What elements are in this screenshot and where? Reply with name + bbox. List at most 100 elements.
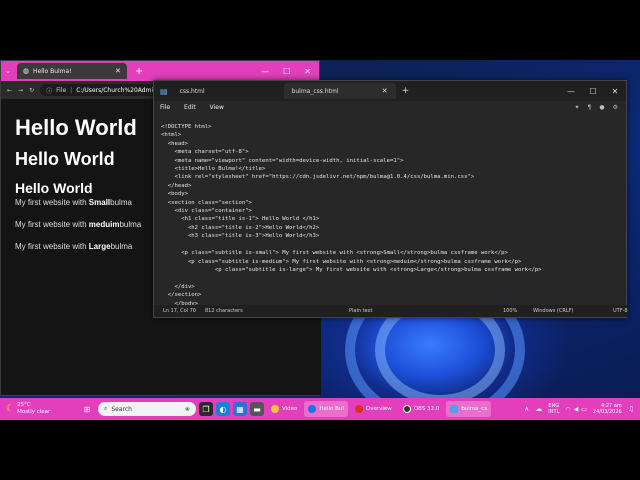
taskbar-app-label: Video	[282, 406, 298, 412]
tray-app-icon[interactable]: ☁	[535, 405, 542, 413]
code-line: <body>	[161, 191, 188, 198]
code-line: <meta name="viewport" content="width=dev…	[161, 157, 404, 164]
code-line: <p class="subtitle is-large"> My first w…	[161, 266, 542, 273]
menu-edit[interactable]: Edit	[184, 104, 196, 111]
taskbar-app-label: bulma_cs	[461, 406, 488, 412]
close-window-icon[interactable]: ✕	[304, 67, 311, 76]
status-encoding[interactable]: UTF-8	[613, 308, 628, 314]
overview-app-icon	[354, 405, 363, 413]
code-line: </head>	[161, 182, 192, 189]
new-tab-icon[interactable]: +	[135, 66, 143, 77]
code-line: <html>	[161, 132, 182, 139]
weather-widget[interactable]: ☾ 25°C Mostly clear	[6, 402, 72, 416]
task-view-icon[interactable]: ❐	[199, 402, 213, 416]
tray-overflow-icon[interactable]: ∧	[524, 405, 529, 413]
code-line: <meta charset="utf-8">	[161, 149, 249, 156]
close-tab-icon[interactable]: ✕	[115, 67, 121, 75]
code-line: <p class="subtitle is-small"> My first w…	[161, 250, 508, 257]
chrome-icon	[308, 405, 317, 413]
status-format: Plain text	[349, 308, 373, 314]
code-line: </div>	[161, 283, 195, 290]
weather-moon-icon: ☾	[6, 404, 15, 414]
keyboard-layout: INTL	[548, 409, 560, 415]
taskbar-app-overview[interactable]: Overview	[351, 401, 396, 417]
maximize-icon[interactable]: ☐	[283, 67, 290, 76]
code-line: <div class="container">	[161, 208, 252, 215]
video-app-icon	[271, 405, 279, 413]
address-prefix: File	[56, 86, 67, 94]
minimize-icon[interactable]: —	[261, 67, 269, 76]
search-icon: ⌕	[104, 405, 108, 412]
weather-desc: Mostly clear	[17, 409, 51, 415]
taskbar: ☾ 25°C Mostly clear ⊞ ⌕ Search ❀ ❐ ◐ ▦ ▬…	[0, 398, 640, 420]
taskbar-app-label: Overview	[365, 406, 392, 412]
language-indicator[interactable]: ENG INTL	[548, 403, 559, 415]
windows-start-icon[interactable]: ⊞	[80, 402, 94, 416]
code-line: <h1 class="title is-1"> Hello World </h1…	[161, 216, 320, 223]
new-tab-icon[interactable]: +	[402, 86, 410, 96]
notepad-tab-label: css.html	[179, 87, 205, 95]
clock-date: 24/03/2026	[592, 409, 622, 415]
browser-tab-title: Hello Bulma!	[32, 67, 72, 75]
code-line: <h3 class="title is-3">Hello World</h3>	[161, 233, 320, 240]
store-icon[interactable]: ▦	[233, 402, 247, 416]
forward-icon[interactable]: →	[18, 87, 23, 94]
notepad-icon	[450, 405, 459, 413]
status-zoom[interactable]: 100%	[503, 308, 533, 314]
maximize-icon[interactable]: ☐	[582, 87, 604, 96]
notification-bell-icon[interactable]: ♫	[628, 405, 634, 413]
battery-icon[interactable]: ▭	[581, 406, 587, 413]
status-line-ending[interactable]: Windows (CRLF)	[533, 308, 613, 314]
settings-gear-icon[interactable]: ⚙	[613, 104, 618, 111]
close-window-icon[interactable]: ✕	[604, 87, 626, 96]
taskbar-app-obs[interactable]: OBS 32.0	[399, 401, 444, 417]
search-highlight-icon: ❀	[184, 405, 190, 413]
menu-right-tools: ✦ ¶ ● ⚙	[575, 104, 627, 111]
clock[interactable]: 4:27 am 24/03/2026	[593, 403, 622, 415]
code-line: <!DOCTYPE html>	[161, 124, 212, 130]
taskbar-app-label: OBS 32.0	[413, 406, 440, 412]
notepad-window: ▤ css.html bulma_css.html ✕ + — ☐ ✕ File…	[153, 80, 628, 318]
notepad-tab-label: bulma_css.html	[291, 87, 339, 95]
browser-tab-bar: ⌄ ◍ Hello Bulma! ✕ + — ☐ ✕	[1, 61, 319, 81]
taskbar-app-browser[interactable]: Hello Bul	[304, 401, 348, 417]
formatting-icon[interactable]: ¶	[588, 104, 592, 111]
tab-list-icon[interactable]: ⌄	[5, 67, 11, 75]
volume-icon[interactable]: ◀	[574, 406, 579, 413]
notepad-tab-css[interactable]: css.html	[172, 83, 284, 99]
address-separator: |	[70, 86, 73, 94]
account-icon[interactable]: ●	[599, 104, 604, 111]
notepad-status-bar: Ln 17, Col 70 812 characters Plain text …	[154, 305, 628, 317]
notepad-tab-bulma-css[interactable]: bulma_css.html ✕	[283, 83, 396, 99]
edge-browser-icon[interactable]: ◐	[216, 402, 230, 416]
menu-view[interactable]: View	[210, 104, 224, 111]
close-tab-icon[interactable]: ✕	[382, 87, 388, 95]
taskbar-app-notepad[interactable]: bulma_cs	[446, 401, 492, 417]
code-editor-text-area[interactable]: <!DOCTYPE html> <html> <head> <meta chars…	[154, 121, 628, 307]
status-cursor-position: Ln 17, Col 70	[163, 308, 196, 314]
search-placeholder: Search	[111, 405, 132, 413]
taskbar-search-box[interactable]: ⌕ Search ❀	[98, 402, 196, 416]
code-line: <title>Hello Bulma!</title>	[161, 166, 266, 173]
back-icon[interactable]: ←	[7, 87, 12, 94]
code-line: <h2 class="title is-2">Hello World</h2>	[161, 224, 320, 231]
taskbar-app-video[interactable]: Video	[267, 401, 301, 417]
copilot-icon[interactable]: ✦	[575, 104, 580, 111]
weather-text: 25°C Mostly clear	[17, 402, 50, 416]
menu-file[interactable]: File	[160, 104, 170, 111]
weather-temp: 25°C	[17, 402, 31, 408]
file-explorer-icon[interactable]: ▬	[250, 402, 264, 416]
browser-tab[interactable]: ◍ Hello Bulma! ✕	[16, 63, 127, 79]
minimize-icon[interactable]: —	[560, 87, 582, 96]
notepad-app-icon: ▤	[160, 86, 168, 96]
refresh-icon[interactable]: ↻	[29, 87, 34, 94]
notepad-menu-bar: File Edit View ✦ ¶ ● ⚙	[154, 101, 626, 113]
desktop-screen: ⌄ ◍ Hello Bulma! ✕ + — ☐ ✕ ← → ↻ ⓘ File …	[0, 60, 640, 420]
code-line: </section>	[161, 292, 202, 299]
globe-icon: ◍	[22, 67, 29, 75]
status-character-count: 812 characters	[205, 308, 243, 314]
code-line: <section class="section">	[161, 199, 252, 206]
wifi-icon[interactable]: ◠	[565, 406, 570, 413]
